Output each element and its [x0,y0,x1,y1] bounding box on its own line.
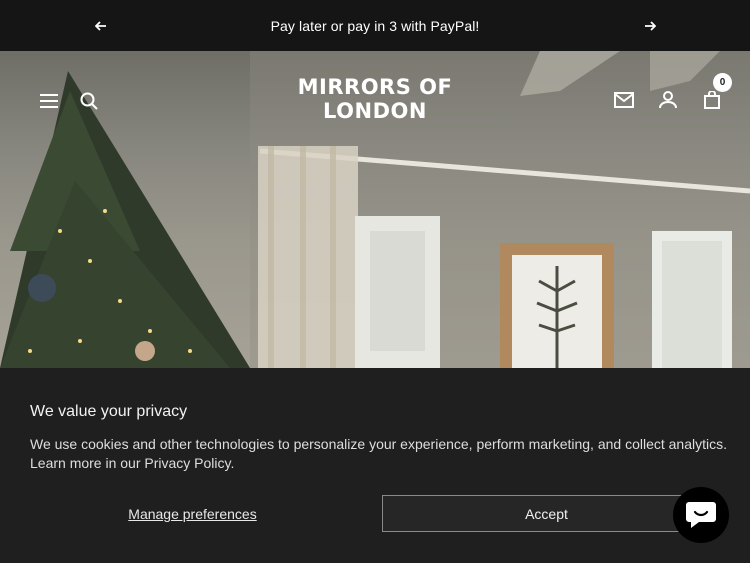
privacy-banner: We value your privacy We use cookies and… [0,368,750,563]
accept-button[interactable]: Accept [382,495,711,532]
cart-icon [704,91,720,109]
account-icon [659,91,677,109]
announcement-prev-button[interactable] [90,15,112,37]
chat-button[interactable] [673,487,729,543]
cart-button[interactable]: 0 [699,73,732,111]
arrow-left-icon [95,21,106,31]
privacy-title: We value your privacy [30,403,188,420]
announcement-text[interactable]: Pay later or pay in 3 with PayPal! [271,18,480,34]
announcement-next-button[interactable] [639,15,661,37]
cart-count-badge: 0 [713,73,732,92]
manage-preferences-button[interactable]: Manage preferences [30,496,355,532]
mail-icon [614,92,634,108]
privacy-body: We use cookies and other technologies to… [30,436,728,471]
account-button[interactable] [655,89,681,111]
chat-bubble-icon [686,502,716,528]
arrow-right-icon [645,21,656,31]
hero-banner: MIRRORS OF LONDON 0 [0,51,750,368]
header-right-icons: 0 [611,73,732,111]
announcement-bar: Pay later or pay in 3 with PayPal! [0,0,750,51]
contact-button[interactable] [611,89,637,111]
